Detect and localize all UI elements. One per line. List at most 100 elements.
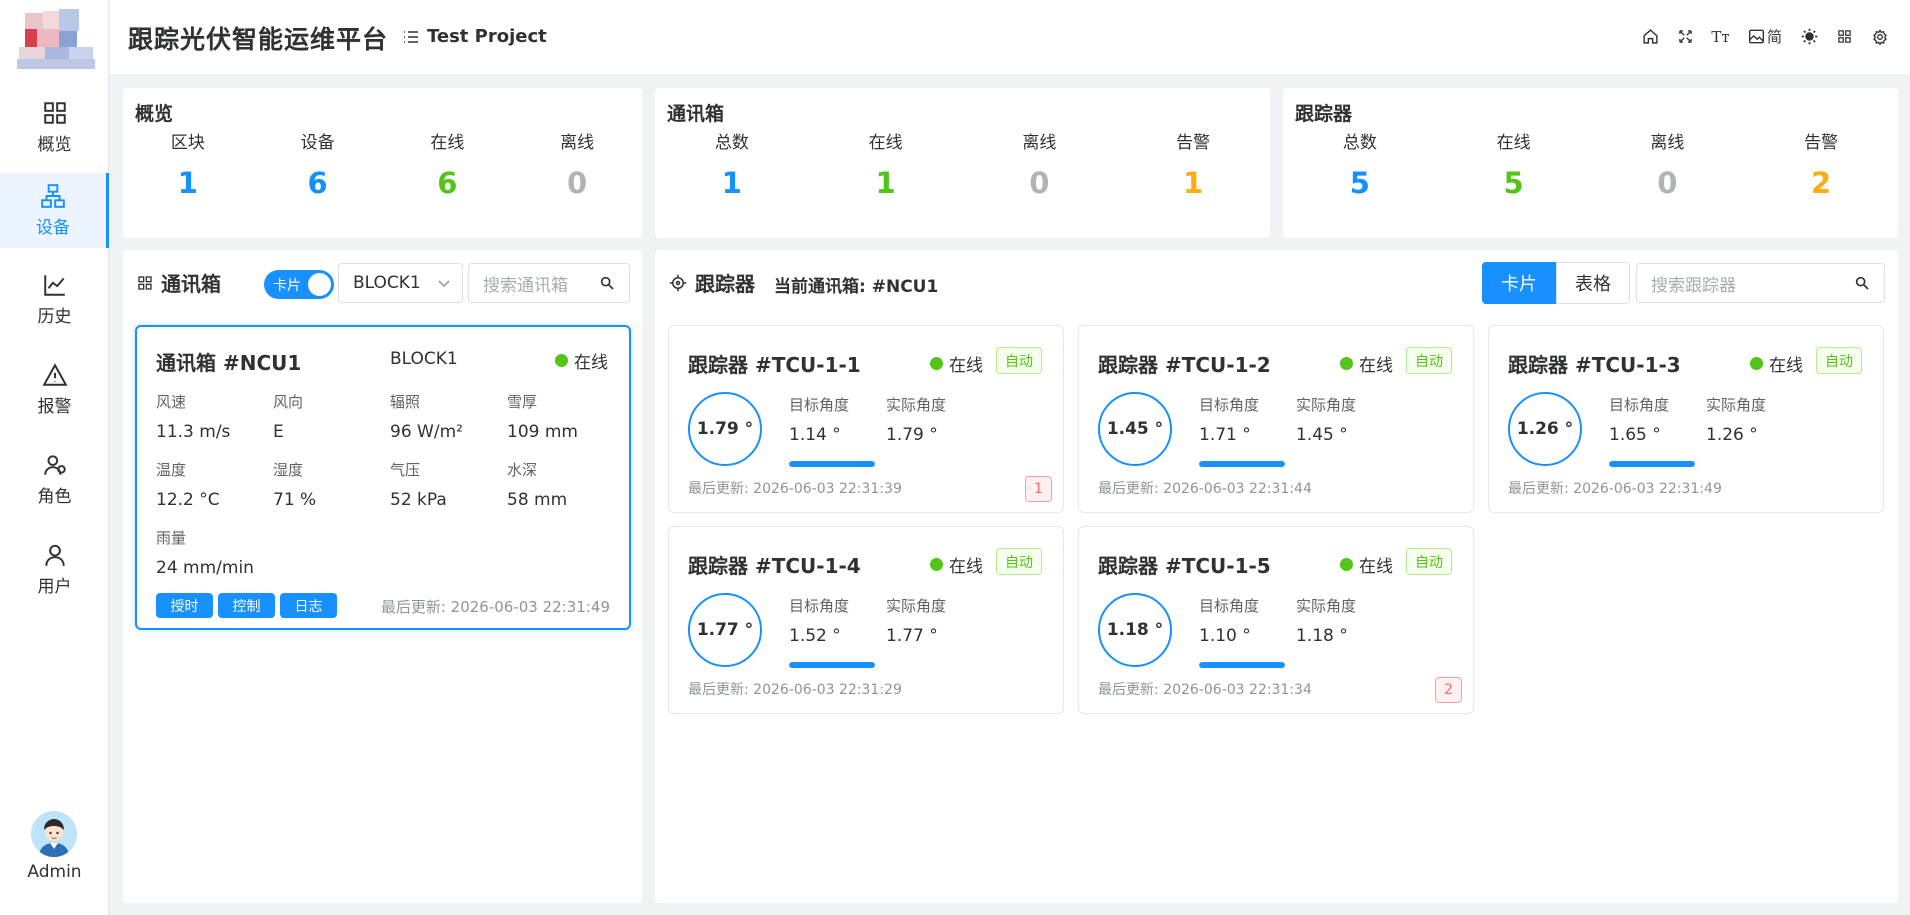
stat-label: 离线 bbox=[560, 133, 595, 153]
last-updated: 最后更新: 2026-06-03 22:31:49 bbox=[380, 598, 610, 616]
alarm-count-badge[interactable]: 2 bbox=[1435, 677, 1462, 703]
comm-search-input[interactable]: 搜索通讯箱 bbox=[468, 263, 630, 303]
tracker-card[interactable]: 跟踪器 #TCU-1-2 在线 自动 1.45 ° 目标角度 实际角度 1.71 ° 1.45… bbox=[1078, 325, 1474, 513]
status-text: 在线 bbox=[949, 356, 983, 376]
field-label: 气压 bbox=[390, 461, 421, 479]
stat-online: 在线 6 bbox=[383, 128, 513, 200]
card-view-switch[interactable]: 卡片 bbox=[264, 270, 334, 299]
online-dot bbox=[555, 354, 568, 367]
image-icon[interactable]: 简 bbox=[1745, 26, 1785, 47]
status-text: 在线 bbox=[1359, 356, 1393, 376]
sidebar-item-history[interactable]: 历史 bbox=[0, 262, 109, 337]
stat-label: 在线 bbox=[868, 133, 903, 153]
mode-tag: 自动 bbox=[1406, 548, 1452, 575]
layout-icon[interactable] bbox=[1834, 26, 1855, 47]
font-size-icon[interactable]: Tт bbox=[1710, 26, 1731, 47]
history-icon bbox=[43, 275, 65, 296]
ncu-block: BLOCK1 bbox=[390, 349, 458, 369]
stat-value: 5 bbox=[1503, 166, 1524, 200]
stat-label: 总数 bbox=[714, 133, 749, 153]
progress-bar bbox=[789, 662, 875, 668]
status-badge: 在线 bbox=[1340, 351, 1393, 376]
lang-label: 简 bbox=[1766, 28, 1782, 46]
field-value: 109 mm bbox=[507, 422, 578, 442]
settings-icon[interactable] bbox=[1869, 26, 1890, 47]
block-select-value: BLOCK1 bbox=[353, 273, 421, 293]
field-value: E bbox=[273, 422, 284, 442]
stat-label: 在线 bbox=[430, 133, 465, 153]
table-view-button[interactable]: 表格 bbox=[1556, 262, 1630, 304]
search-icon[interactable] bbox=[599, 275, 615, 291]
logo bbox=[17, 9, 95, 73]
block-select[interactable]: BLOCK1 bbox=[338, 263, 463, 303]
avatar[interactable] bbox=[31, 811, 77, 857]
field-value: 52 kPa bbox=[390, 490, 447, 510]
target-angle-value: 1.14 ° bbox=[789, 425, 841, 445]
theme-icon[interactable] bbox=[1799, 26, 1820, 47]
home-icon[interactable] bbox=[1640, 26, 1661, 47]
tracker-search-input[interactable]: 搜索跟踪器 bbox=[1636, 263, 1885, 303]
field-label: 辐照 bbox=[390, 393, 421, 411]
sidebar-item-overview[interactable]: 概览 bbox=[0, 90, 109, 165]
stat-value: 0 bbox=[1029, 166, 1050, 200]
panel-title-text: 通讯箱 bbox=[161, 272, 221, 296]
stat-devices: 设备 6 bbox=[253, 128, 383, 200]
stat-value: 1 bbox=[177, 166, 198, 200]
alarm-count-badge[interactable]: 1 bbox=[1025, 476, 1052, 502]
search-icon[interactable] bbox=[1854, 275, 1870, 291]
target-angle-value: 1.65 ° bbox=[1609, 425, 1661, 445]
stat-label: 告警 bbox=[1176, 133, 1211, 153]
stat-value: 0 bbox=[1657, 166, 1678, 200]
online-dot bbox=[1340, 558, 1353, 571]
dashboard-icon bbox=[43, 102, 66, 124]
tracker-card[interactable]: 跟踪器 #TCU-1-5 在线 自动 1.18 ° 目标角度 实际角度 1.10 ° 1.18… bbox=[1078, 526, 1474, 714]
timing-button[interactable]: 授时 bbox=[156, 593, 213, 618]
online-dot bbox=[930, 558, 943, 571]
status-badge: 在线 bbox=[930, 552, 983, 577]
last-updated: 最后更新: 2026-06-03 22:31:44 bbox=[1098, 481, 1312, 497]
log-button[interactable]: 日志 bbox=[280, 593, 337, 618]
field-value: 71 % bbox=[273, 490, 317, 510]
sidebar-item-alarm[interactable]: 报警 bbox=[0, 352, 109, 427]
stat-value: 2 bbox=[1811, 166, 1832, 200]
switch-label: 卡片 bbox=[273, 277, 301, 294]
online-dot bbox=[1340, 357, 1353, 370]
actual-angle-label: 实际角度 bbox=[886, 396, 947, 414]
comm-search-placeholder: 搜索通讯箱 bbox=[483, 275, 568, 296]
progress-bar bbox=[1199, 461, 1285, 467]
project-selector[interactable]: Test Project bbox=[403, 26, 547, 47]
last-updated: 最后更新: 2026-06-03 22:31:49 bbox=[1508, 481, 1722, 497]
target-angle-label: 目标角度 bbox=[789, 597, 850, 615]
stat-value: 1 bbox=[875, 166, 896, 200]
stat-label: 离线 bbox=[1022, 133, 1057, 153]
tracker-card[interactable]: 跟踪器 #TCU-1-4 在线 自动 1.77 ° 目标角度 实际角度 1.52 ° 1.77… bbox=[668, 526, 1064, 714]
stat-value: 6 bbox=[437, 166, 458, 200]
view-toggle: 卡片 表格 bbox=[1482, 262, 1630, 304]
sidebar-item-device[interactable]: 设备 bbox=[0, 173, 109, 248]
sidebar-item-role[interactable]: 角色 bbox=[0, 442, 109, 517]
sidebar-item-user[interactable]: 用户 bbox=[0, 532, 109, 607]
project-name: Test Project bbox=[427, 26, 547, 47]
tracker-card[interactable]: 跟踪器 #TCU-1-3 在线 自动 1.26 ° 目标角度 实际角度 1.65 ° 1.26… bbox=[1488, 325, 1884, 513]
tracker-card[interactable]: 跟踪器 #TCU-1-1 在线 自动 1.79 ° 目标角度 实际角度 1.14 ° 1.79… bbox=[668, 325, 1064, 513]
online-dot bbox=[1750, 357, 1763, 370]
ncu-card[interactable]: 通讯箱 #NCU1 BLOCK1 在线 风速 11.3 m/s 风向 E 辐照 … bbox=[135, 325, 631, 630]
stat-value: 1 bbox=[1183, 166, 1204, 200]
status-text: 在线 bbox=[1769, 356, 1803, 376]
angle-gauge: 1.26 ° bbox=[1508, 392, 1582, 466]
tracker-name: 跟踪器 #TCU-1-2 bbox=[1098, 353, 1271, 377]
header: 跟踪光伏智能运维平台 跟踪光伏智能运维平台 Test Project Tт 简 bbox=[110, 0, 1910, 74]
progress-fill bbox=[789, 662, 875, 668]
stat-label: 离线 bbox=[1650, 133, 1685, 153]
sidebar-item-label: 历史 bbox=[37, 307, 72, 327]
control-button[interactable]: 控制 bbox=[218, 593, 275, 618]
status-badge: 在线 bbox=[1340, 552, 1393, 577]
target-icon bbox=[669, 274, 687, 291]
progress-fill bbox=[1609, 461, 1695, 467]
target-angle-label: 目标角度 bbox=[1199, 597, 1260, 615]
stat-blocks: 区块 1 bbox=[123, 128, 253, 200]
fullscreen-icon[interactable] bbox=[1675, 26, 1696, 47]
tracker-stats-card: 跟踪器 总数 5 在线 5 离线 0 告警 2 bbox=[1283, 88, 1898, 238]
target-angle-value: 1.52 ° bbox=[789, 626, 841, 646]
card-view-button[interactable]: 卡片 bbox=[1482, 262, 1556, 304]
